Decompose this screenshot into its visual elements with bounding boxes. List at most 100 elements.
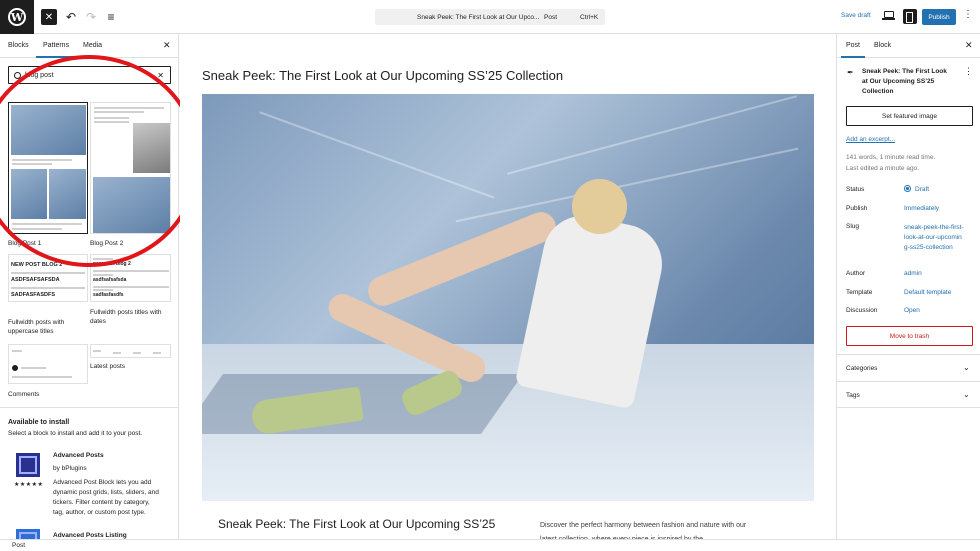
status-breadcrumb-bar: Post: [0, 539, 980, 551]
document-overview-icon[interactable]: ≡: [104, 8, 118, 26]
pattern-text: asdfsafsafsda: [93, 277, 127, 283]
plugin-description: Advanced Post Block lets you add dynamic…: [53, 479, 159, 516]
tags-panel[interactable]: Tags ⌄: [837, 381, 980, 408]
author-value[interactable]: admin: [904, 269, 964, 279]
status-label: Status: [846, 186, 865, 193]
command-post-title: Sneak Peek: The First Look at Our Upco..…: [417, 13, 540, 21]
plugin-name[interactable]: Advanced Posts Listing: [53, 532, 127, 539]
editor-window: W ✕ ↶ ↷ ≡ Sneak Peek: The First Look at …: [0, 0, 980, 551]
author-label: Author: [846, 270, 866, 277]
pattern-fullwidth-uppercase[interactable]: NEW POST BLOG 2 ASDFSAFSAFSDA SADFASFASD…: [8, 254, 88, 302]
chevron-down-icon: ⌄: [963, 363, 970, 372]
active-tab-indicator: [841, 56, 865, 58]
breadcrumb-post[interactable]: Post: [12, 542, 25, 549]
post-type-icon: ✒: [847, 68, 854, 77]
pattern-comments[interactable]: [8, 344, 88, 384]
pattern-label: Fullwidth posts with uppercase titles: [8, 319, 65, 335]
draft-status-icon: [904, 185, 911, 192]
pattern-label: Comments: [8, 391, 40, 398]
wordpress-logo-icon[interactable]: W: [0, 0, 34, 34]
active-tab-indicator: [36, 56, 74, 58]
tab-blocks[interactable]: Blocks: [8, 42, 29, 49]
command-post-type: Post: [544, 13, 558, 21]
publish-value[interactable]: Immediately: [904, 204, 964, 214]
add-excerpt-link[interactable]: Add an excerpt...: [846, 136, 895, 143]
move-to-trash-button[interactable]: Move to trash: [846, 326, 973, 346]
discussion-value[interactable]: Open: [904, 306, 964, 316]
search-icon: [14, 71, 21, 79]
inserter-tabs: Blocks Patterns Media ✕: [0, 34, 178, 58]
categories-panel[interactable]: Categories ⌄: [837, 354, 980, 381]
close-icon[interactable]: ✕: [163, 40, 171, 51]
categories-label: Categories: [846, 365, 878, 372]
clear-search-icon[interactable]: ✕: [157, 71, 164, 80]
pattern-blog-post-2[interactable]: [90, 102, 171, 234]
set-featured-image-button[interactable]: Set featured image: [846, 106, 973, 126]
settings-sidebar: Post Block ✕ ✒ Sneak Peek: The First Loo…: [836, 34, 980, 539]
word-count: 141 words, 1 minute read time.: [846, 154, 936, 161]
slug-label: Slug: [846, 223, 860, 230]
tab-patterns[interactable]: Patterns: [43, 42, 69, 49]
block-inserter-panel: Blocks Patterns Media ✕ blog post ✕ Blog…: [0, 34, 179, 551]
pattern-text: sadfasfasdfs: [93, 292, 124, 298]
featured-image-fashion-photo[interactable]: [202, 94, 814, 501]
pattern-preview-image: [49, 169, 86, 219]
settings-post-title: Sneak Peek: The First Look at Our Upcomi…: [862, 68, 947, 95]
discussion-label: Discussion: [846, 307, 878, 314]
settings-panel-icon[interactable]: [903, 9, 917, 24]
preview-icon[interactable]: [882, 11, 895, 20]
plugin-advanced-posts-icon[interactable]: [16, 453, 40, 477]
tags-label: Tags: [846, 392, 860, 399]
available-to-install-section: Available to install Select a block to i…: [0, 407, 178, 551]
tab-block[interactable]: Block: [874, 42, 891, 49]
post-options-icon[interactable]: ⋮: [964, 67, 973, 76]
publish-button[interactable]: Publish: [922, 9, 956, 25]
settings-tabs: Post Block ✕: [837, 34, 980, 58]
slug-value[interactable]: sneak-peek-the-first-look-at-our-upcomin…: [904, 223, 964, 253]
redo-icon[interactable]: ↷: [84, 8, 98, 26]
pattern-latest-posts[interactable]: [90, 344, 171, 358]
undo-icon[interactable]: ↶: [64, 8, 78, 26]
pattern-text: NEW POST BLOG 2: [11, 262, 63, 268]
close-icon[interactable]: ✕: [965, 40, 973, 51]
command-shortcut: Ctrl+K: [580, 13, 599, 21]
post-title[interactable]: Sneak Peek: The First Look at Our Upcomi…: [202, 68, 563, 83]
command-palette-bar[interactable]: Sneak Peek: The First Look at Our Upco..…: [375, 9, 605, 25]
tab-media[interactable]: Media: [83, 42, 102, 49]
editor-canvas: Sneak Peek: The First Look at Our Upcomi…: [180, 34, 836, 539]
pattern-text: new post blog 2: [93, 261, 131, 267]
plugin-author: by bPlugins: [53, 465, 87, 472]
last-edited: Last edited a minute ago.: [846, 165, 919, 172]
close-inserter-button[interactable]: ✕: [41, 9, 57, 25]
template-value[interactable]: Default template: [904, 288, 979, 298]
pattern-search-input[interactable]: blog post ✕: [8, 66, 171, 84]
available-subtext: Select a block to install and add it to …: [8, 430, 143, 437]
pattern-preview-image: [93, 177, 170, 233]
status-value[interactable]: Draft: [904, 185, 964, 195]
post-excerpt-text[interactable]: Discover the perfect harmony between fas…: [540, 519, 750, 539]
tab-post[interactable]: Post: [846, 42, 860, 49]
post-excerpt-title[interactable]: Sneak Peek: The First Look at Our Upcomi…: [218, 514, 518, 539]
top-toolbar: W ✕ ↶ ↷ ≡ Sneak Peek: The First Look at …: [0, 0, 980, 34]
plugin-rating-stars: ★★★★★: [14, 482, 44, 488]
save-draft-button[interactable]: Save draft: [841, 12, 871, 19]
status-text: Draft: [915, 186, 930, 193]
pattern-label: Blog Post 2: [90, 240, 124, 247]
pattern-label: Blog Post 1: [8, 240, 42, 247]
options-icon[interactable]: ⋮: [963, 10, 973, 20]
pattern-preview-image: [133, 123, 170, 173]
publish-label: Publish: [846, 205, 868, 212]
pattern-fullwidth-dates[interactable]: new post blog 2 asdfsafsafsda sadfasfasd…: [90, 254, 171, 302]
template-label: Template: [846, 289, 873, 296]
pattern-text: ASDFSAFSAFSDA: [11, 277, 60, 283]
pattern-label: Fullwidth posts titles with dates: [90, 309, 162, 325]
plugin-name[interactable]: Advanced Posts: [53, 452, 104, 459]
search-value: blog post: [25, 71, 54, 79]
pattern-preview-image: [11, 169, 47, 219]
chevron-down-icon: ⌄: [963, 390, 970, 399]
pattern-label: Latest posts: [90, 363, 126, 370]
pattern-preview-image: [11, 105, 86, 155]
available-heading: Available to install: [8, 419, 70, 426]
pattern-blog-post-1[interactable]: [8, 102, 88, 234]
pattern-text: SADFASFASDFS: [11, 292, 56, 298]
